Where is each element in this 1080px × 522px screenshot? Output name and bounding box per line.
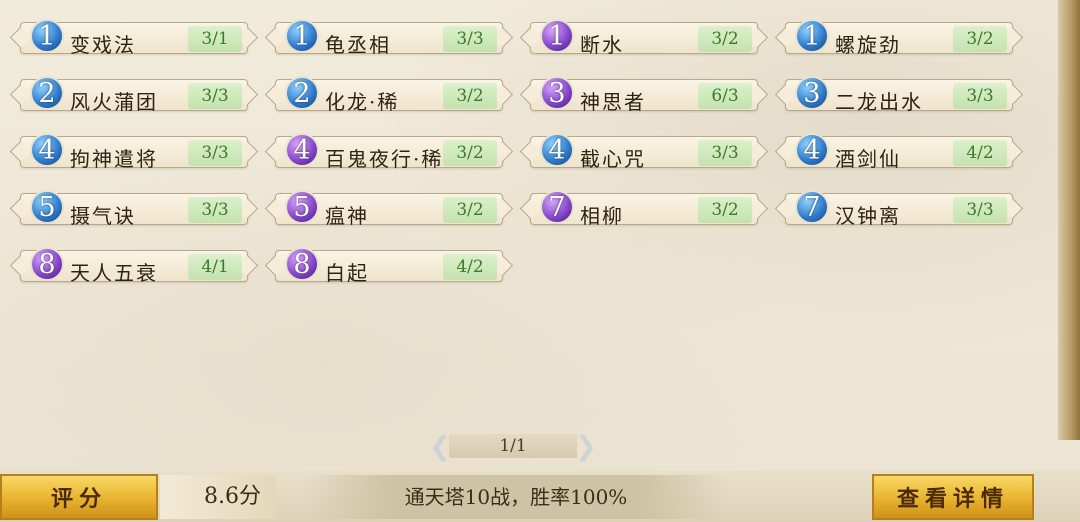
skill-name: 风火蒲团: [70, 90, 158, 114]
skill-card[interactable]: 4 截心咒 3/3: [522, 133, 758, 171]
cost-badge-icon: 7: [795, 190, 829, 224]
skill-card[interactable]: 7 相柳 3/2: [522, 190, 758, 228]
skill-score: 3/3: [953, 197, 1007, 223]
skill-score: 3/2: [953, 26, 1007, 52]
skill-name: 变戏法: [70, 33, 136, 57]
skill-card[interactable]: 5 摄气诀 3/3: [12, 190, 248, 228]
skill-score: 3/3: [188, 83, 242, 109]
skill-score: 3/3: [188, 140, 242, 166]
skill-score: 3/3: [698, 140, 752, 166]
skill-score: 6/3: [698, 83, 752, 109]
skill-score: 3/2: [698, 26, 752, 52]
skill-name: 龟丞相: [325, 33, 391, 57]
skill-name: 百鬼夜行·稀: [325, 147, 444, 171]
skill-card[interactable]: 1 龟丞相 3/3: [267, 19, 503, 57]
skill-name: 二龙出水: [835, 90, 923, 114]
skill-score: 3/3: [953, 83, 1007, 109]
skill-name: 天人五衰: [70, 261, 158, 285]
skill-card[interactable]: 4 拘神遣将 3/3: [12, 133, 248, 171]
skill-name: 螺旋劲: [835, 33, 901, 57]
skill-card[interactable]: 4 酒剑仙 4/2: [777, 133, 1013, 171]
skill-name: 截心咒: [580, 147, 646, 171]
skill-name: 汉钟离: [835, 204, 901, 228]
cost-badge-icon: 4: [795, 133, 829, 167]
right-frame-edge: [1058, 0, 1080, 440]
skill-score: 4/2: [953, 140, 1007, 166]
skill-name: 拘神遣将: [70, 147, 158, 171]
cost-badge-icon: 2: [30, 76, 64, 110]
skill-card[interactable]: 2 风火蒲团 3/3: [12, 76, 248, 114]
skill-score: 3/3: [443, 26, 497, 52]
skill-card[interactable]: 1 变戏法 3/1: [12, 19, 248, 57]
skill-card[interactable]: 8 天人五衰 4/1: [12, 247, 248, 285]
skill-card[interactable]: 5 瘟神 3/2: [267, 190, 503, 228]
skill-card[interactable]: 7 汉钟离 3/3: [777, 190, 1013, 228]
cost-badge-icon: 1: [540, 19, 574, 53]
skill-name: 瘟神: [325, 204, 369, 228]
rating-value: 8.6分: [160, 475, 276, 519]
skill-score: 3/2: [698, 197, 752, 223]
skill-card[interactable]: 8 白起 4/2: [267, 247, 503, 285]
skill-score: 4/1: [188, 254, 242, 280]
skill-score: 3/3: [188, 197, 242, 223]
skill-card[interactable]: 2 化龙·稀 3/2: [267, 76, 503, 114]
rating-button[interactable]: 评分: [0, 474, 158, 520]
pager: ❮ 1/1 ❯: [423, 428, 603, 462]
cost-badge-icon: 1: [285, 19, 319, 53]
skill-score: 3/1: [188, 26, 242, 52]
skill-score: 3/2: [443, 197, 497, 223]
scroll-right-icon[interactable]: ❯: [569, 430, 603, 464]
cost-badge-icon: 3: [540, 76, 574, 110]
cost-badge-icon: 1: [30, 19, 64, 53]
view-details-button[interactable]: 查看详情: [872, 474, 1034, 520]
skill-name: 化龙·稀: [325, 90, 400, 114]
skill-card[interactable]: 1 螺旋劲 3/2: [777, 19, 1013, 57]
cost-badge-icon: 3: [795, 76, 829, 110]
skill-name: 摄气诀: [70, 204, 136, 228]
cost-badge-icon: 1: [795, 19, 829, 53]
cost-badge-icon: 7: [540, 190, 574, 224]
cost-badge-icon: 8: [30, 247, 64, 281]
cost-badge-icon: 2: [285, 76, 319, 110]
cost-badge-icon: 4: [30, 133, 64, 167]
skill-card[interactable]: 3 神思者 6/3: [522, 76, 758, 114]
skill-score: 3/2: [443, 140, 497, 166]
cost-badge-icon: 4: [285, 133, 319, 167]
cost-badge-icon: 5: [285, 190, 319, 224]
skill-score: 4/2: [443, 254, 497, 280]
skill-card[interactable]: 3 二龙出水 3/3: [777, 76, 1013, 114]
skill-card[interactable]: 1 断水 3/2: [522, 19, 758, 57]
cost-badge-icon: 8: [285, 247, 319, 281]
battle-summary: 通天塔10战，胜率100%: [306, 475, 726, 519]
skill-name: 断水: [580, 33, 624, 57]
skill-card[interactable]: 4 百鬼夜行·稀 3/2: [267, 133, 503, 171]
skill-name: 白起: [325, 261, 369, 285]
skill-name: 神思者: [580, 90, 646, 114]
cost-badge-icon: 4: [540, 133, 574, 167]
skill-score: 3/2: [443, 83, 497, 109]
cost-badge-icon: 5: [30, 190, 64, 224]
skill-name: 相柳: [580, 204, 624, 228]
skill-name: 酒剑仙: [835, 147, 901, 171]
